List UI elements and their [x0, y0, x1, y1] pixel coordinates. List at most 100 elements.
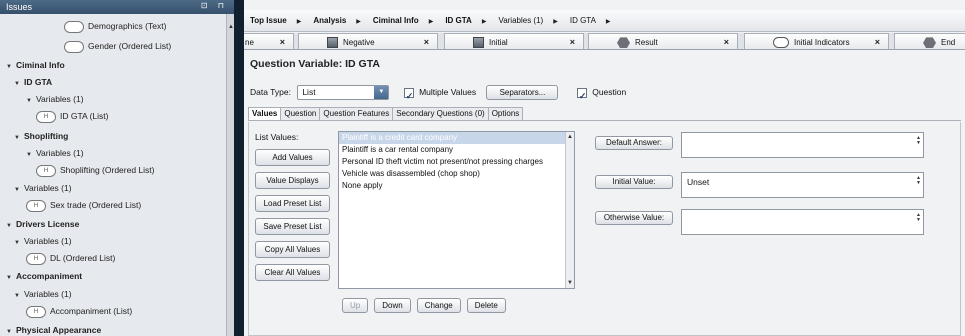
node-tab[interactable]: End — [894, 33, 965, 49]
copy-all-values-button[interactable]: Copy All Values — [255, 241, 330, 258]
panel-controls[interactable]: ⊡ ⊓ — [201, 1, 228, 10]
breadcrumb-item[interactable]: Analysis — [313, 10, 346, 32]
tree-node[interactable]: H DL (Ordered List) — [26, 250, 115, 266]
question-subtabs: Values Question Question Features Secondary… — [248, 107, 961, 121]
tree-node[interactable]: ▼ Variables (1) — [14, 233, 72, 249]
delete-button[interactable]: Delete — [466, 298, 506, 313]
breadcrumb-item[interactable]: Variables (1) — [498, 10, 543, 32]
tree-node[interactable]: H Shoplifting (Ordered List) — [36, 162, 155, 178]
tree-node-label: DL (Ordered List) — [50, 253, 116, 263]
panel-splitter[interactable] — [234, 0, 244, 336]
tree-scrollbar[interactable]: ▲ — [226, 14, 234, 336]
chevron-down-icon[interactable]: ▼ — [374, 86, 389, 100]
breadcrumb-item[interactable]: Ciminal Info — [373, 10, 419, 32]
change-button[interactable]: Change — [416, 298, 461, 313]
tree-node[interactable]: ▼ Accompaniment — [6, 268, 82, 284]
breadcrumb-arrow-icon: ▶ — [356, 19, 361, 25]
load-preset-list-button[interactable]: Load Preset List — [255, 195, 330, 212]
expand-triangle-icon[interactable]: ▼ — [14, 182, 24, 198]
close-icon[interactable]: × — [280, 34, 285, 49]
tree-node-label: Ciminal Info — [16, 60, 65, 70]
expand-triangle-icon[interactable]: ▼ — [6, 59, 16, 75]
issues-panel: Issues ⊡ ⊓ Demographics (Text) Gender (Or… — [0, 0, 234, 336]
default-answer-button[interactable]: Default Answer: — [595, 136, 673, 150]
tab-question-features[interactable]: Question Features — [319, 107, 394, 120]
tree-node[interactable]: ▼ Variables (1) — [26, 91, 84, 107]
tree-node[interactable]: H Accompaniment (List) — [26, 303, 132, 319]
tree-node[interactable]: ▼ Variables (1) — [14, 286, 72, 302]
breadcrumb-item[interactable]: ID GTA — [445, 10, 472, 32]
tree-node-label: ID GTA (List) — [60, 111, 109, 121]
tree-node[interactable]: ▼ Variables (1) — [26, 145, 84, 161]
expand-triangle-icon[interactable]: ▼ — [14, 235, 24, 251]
list-item[interactable]: None apply — [339, 180, 574, 192]
question-checkbox[interactable] — [576, 86, 587, 106]
app-window: Issues ⊡ ⊓ Demographics (Text) Gender (Or… — [0, 0, 965, 336]
question-node-icon — [64, 40, 84, 53]
tab-options[interactable]: Options — [487, 107, 524, 120]
initial-value-button[interactable]: Initial Value: — [595, 175, 673, 189]
breadcrumb-item[interactable]: Top Issue — [250, 10, 287, 32]
close-icon[interactable]: × — [570, 34, 575, 49]
list-item[interactable]: Personal ID theft victim not present/not… — [339, 156, 574, 168]
spinner-icon[interactable]: ▲ ▼ — [916, 176, 921, 186]
expand-triangle-icon[interactable]: ▼ — [6, 218, 16, 234]
expand-triangle-icon[interactable]: ▼ — [14, 130, 24, 146]
list-values-box[interactable]: Plaintiff is a credit card company Plain… — [338, 131, 575, 289]
tab-secondary-questions[interactable]: Secondary Questions (0) — [392, 107, 489, 120]
scroll-down-arrow-icon[interactable]: ▼ — [567, 280, 573, 286]
breadcrumb-item[interactable]: ID GTA — [570, 10, 596, 32]
tree-node[interactable]: Demographics (Text) — [64, 18, 166, 34]
close-icon[interactable]: × — [724, 34, 729, 49]
node-tab[interactable]: Negative × — [298, 33, 438, 49]
node-tab[interactable]: Initial × — [444, 33, 584, 49]
initial-value-field[interactable]: Unset ▲ ▼ — [681, 172, 924, 198]
issues-panel-header: Issues ⊡ ⊓ — [0, 0, 234, 14]
tree-node[interactable]: ▼ Drivers License — [6, 216, 79, 232]
tab-question[interactable]: Question — [280, 107, 321, 120]
tree-node[interactable]: Gender (Ordered List) — [64, 38, 171, 54]
expand-triangle-icon[interactable]: ▼ — [14, 76, 24, 92]
node-tab[interactable]: ne × — [244, 33, 294, 49]
data-type-select[interactable]: List ▼ — [297, 85, 390, 101]
node-tab[interactable]: Result × — [588, 33, 738, 49]
expand-triangle-icon[interactable]: ▼ — [26, 147, 36, 163]
list-item[interactable]: Plaintiff is a credit card company — [339, 132, 574, 144]
list-scrollbar[interactable]: ▲ ▼ — [565, 132, 574, 288]
tree-node[interactable]: ▼ ID GTA — [14, 74, 52, 90]
expand-triangle-icon[interactable]: ▼ — [6, 270, 16, 286]
tree-node-label: ID GTA — [24, 77, 53, 87]
clear-all-values-button[interactable]: Clear All Values — [255, 264, 330, 281]
expand-triangle-icon[interactable]: ▼ — [26, 93, 36, 109]
tree-node[interactable]: H ID GTA (List) — [36, 108, 109, 124]
spinner-icon[interactable]: ▲ ▼ — [916, 213, 921, 223]
otherwise-value-button[interactable]: Otherwise Value: — [595, 211, 673, 225]
spinner-icon[interactable]: ▲ ▼ — [916, 136, 921, 146]
expand-triangle-icon[interactable]: ▼ — [6, 324, 16, 336]
node-tab[interactable]: Initial Indicators × — [744, 33, 889, 49]
value-displays-button[interactable]: Value Displays — [255, 172, 330, 189]
separators-button[interactable]: Separators... — [486, 85, 559, 101]
scroll-up-arrow-icon[interactable]: ▲ — [567, 134, 573, 140]
save-preset-list-button[interactable]: Save Preset List — [255, 218, 330, 235]
tree-node[interactable]: ▼ Variables (1) — [14, 180, 72, 196]
expand-triangle-icon[interactable]: ▼ — [14, 288, 24, 304]
otherwise-value-field[interactable]: ▲ ▼ — [681, 209, 924, 235]
tab-label: Negative — [343, 38, 375, 47]
tree-node[interactable]: ▼ Ciminal Info — [6, 57, 65, 73]
tree-node-label: Variables (1) — [24, 289, 72, 299]
down-button[interactable]: Down — [374, 298, 411, 313]
page-title: Question Variable: ID GTA — [250, 58, 380, 70]
list-item[interactable]: Vehicle was disassembled (chop shop) — [339, 168, 574, 180]
tree-node[interactable]: ▼ Physical Appearance — [6, 322, 101, 336]
tab-values[interactable]: Values — [248, 107, 282, 120]
close-icon[interactable]: × — [424, 34, 429, 49]
close-icon[interactable]: × — [875, 34, 880, 49]
up-button[interactable]: Up — [342, 298, 369, 313]
multiple-values-checkbox[interactable] — [403, 86, 414, 106]
add-values-button[interactable]: Add Values — [255, 149, 330, 166]
default-answer-field[interactable]: ▲ ▼ — [681, 132, 924, 158]
tree-node[interactable]: H Sex trade (Ordered List) — [26, 197, 141, 213]
tree-node[interactable]: ▼ Shoplifting — [14, 128, 68, 144]
list-item[interactable]: Plaintiff is a car rental company — [339, 144, 574, 156]
